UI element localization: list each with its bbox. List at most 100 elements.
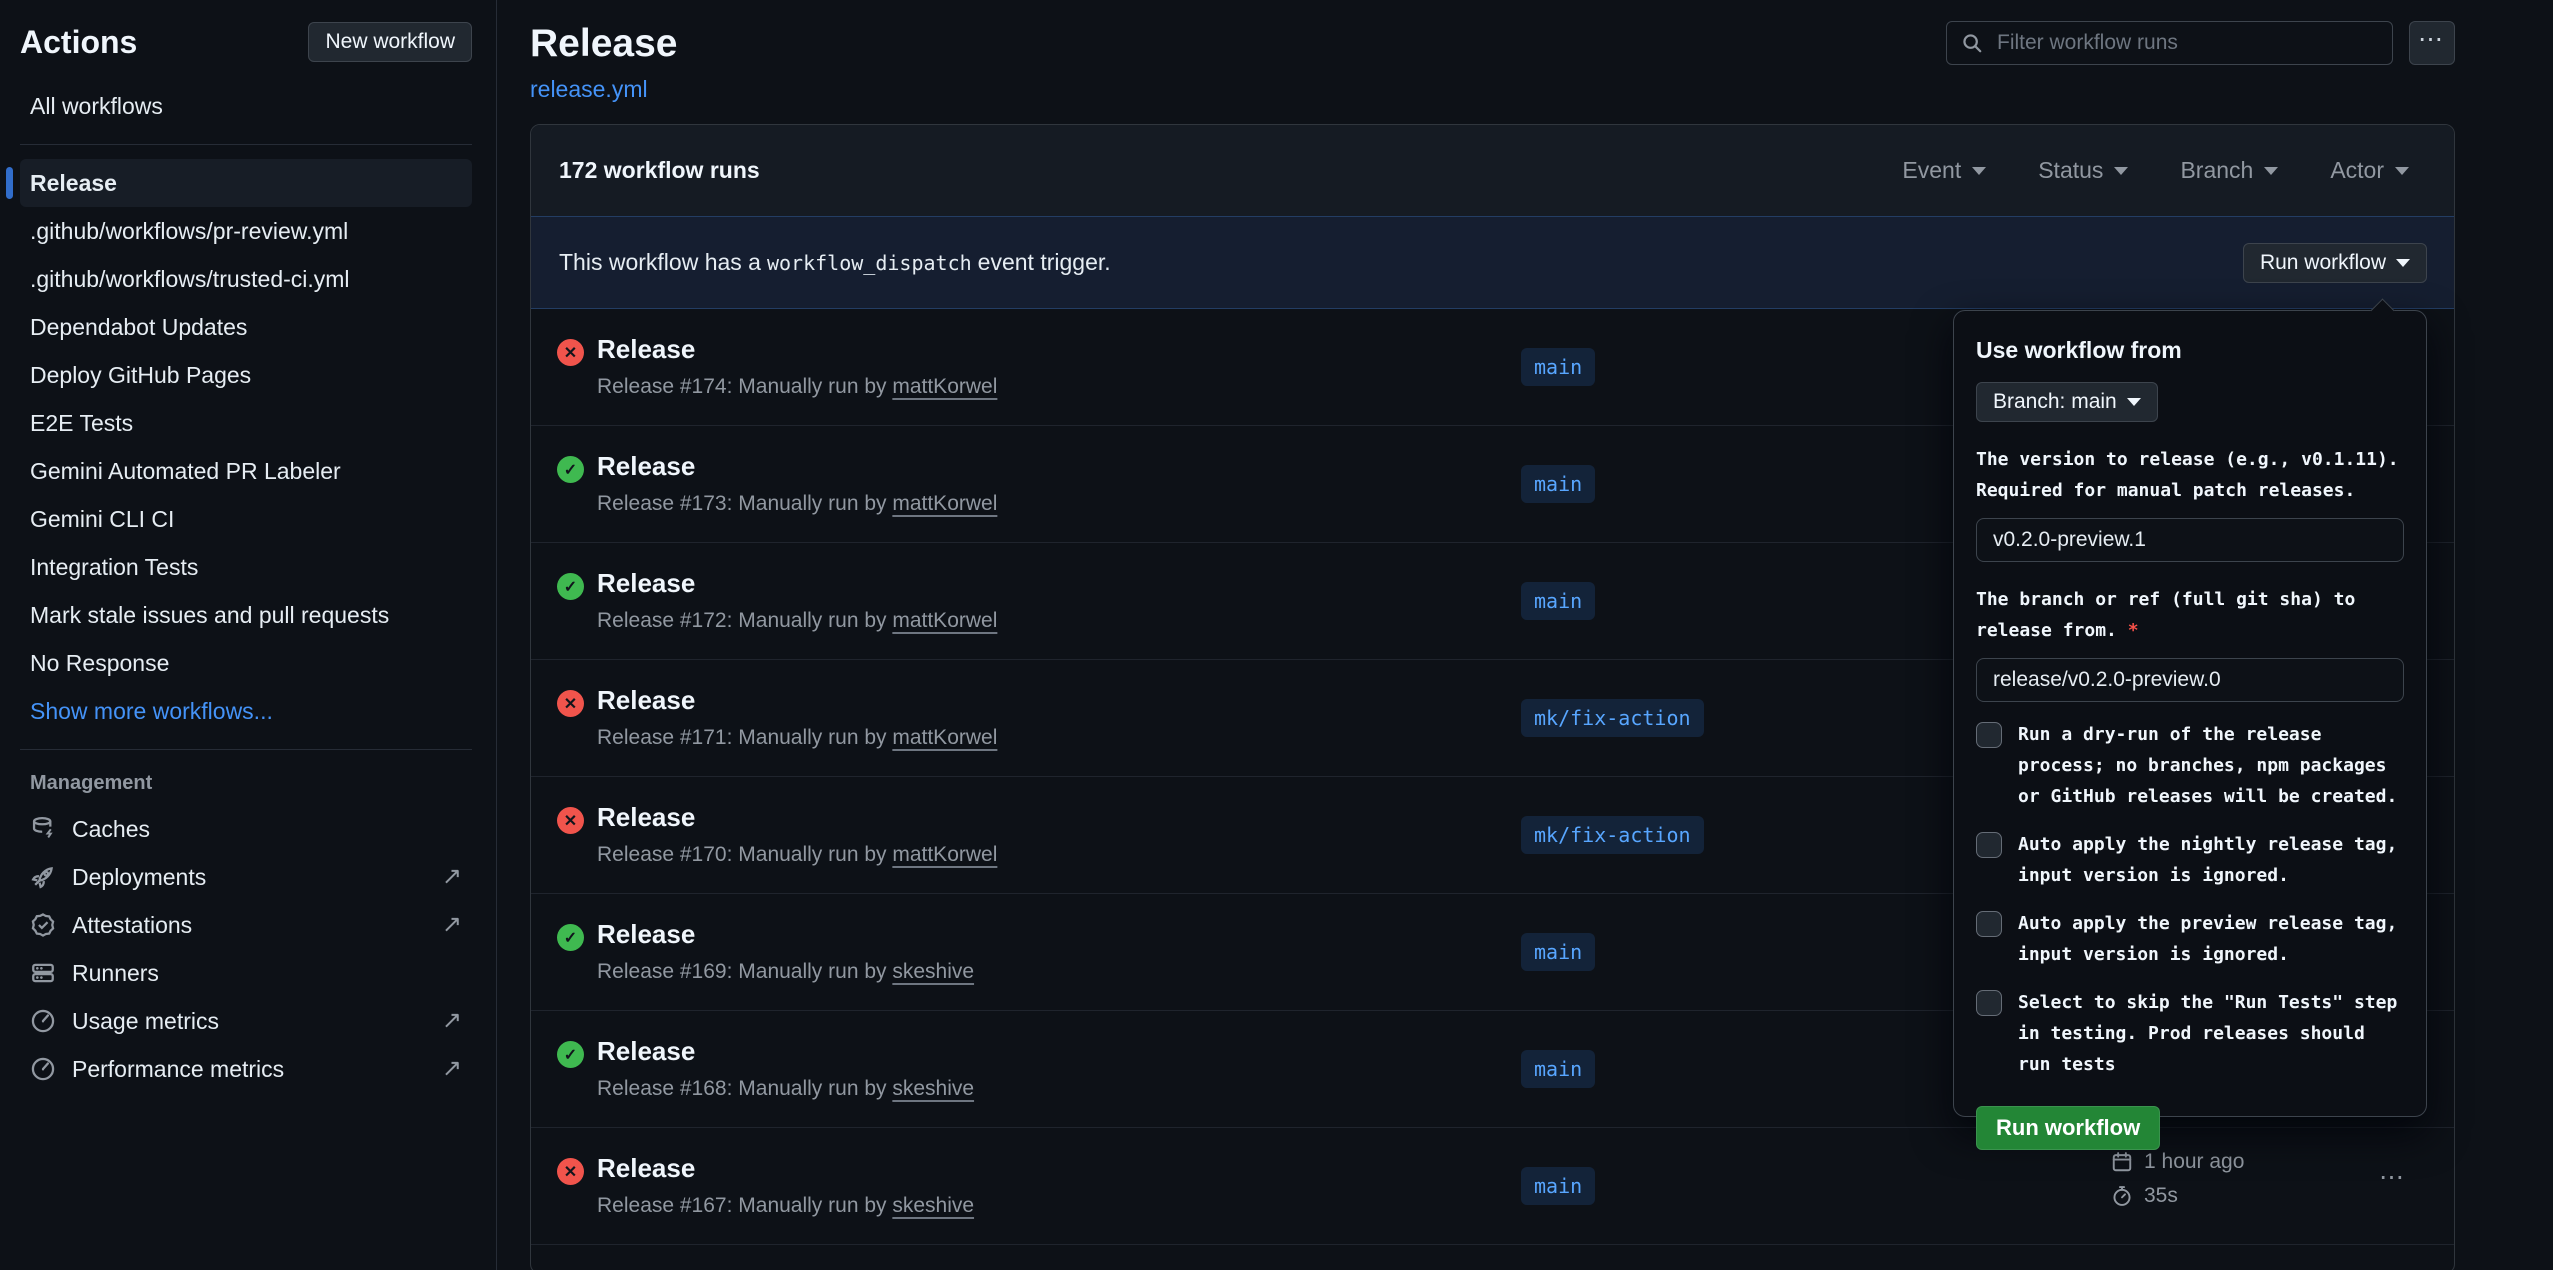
nightly-tag-option: Auto apply the nightly release tag, inpu… [1976,829,2404,891]
sidebar-item-label: Usage metrics [72,1008,219,1035]
run-status-icon [557,456,584,483]
run-meta: 1 hour ago 35s [2111,1150,2244,1208]
filter-workflow-runs-input[interactable] [1995,30,2378,56]
sidebar-item-mark-stale[interactable]: Mark stale issues and pull requests [20,591,472,639]
cache-icon [30,816,56,842]
branch-selector-button[interactable]: Branch: main [1976,382,2158,422]
sidebar-item-integration-tests[interactable]: Integration Tests [20,543,472,591]
external-link-icon: ↗ [442,1057,462,1081]
version-input[interactable] [1976,518,2404,562]
actor-link[interactable]: mattKorwel [892,492,997,515]
meter-icon [30,1008,56,1034]
ref-field-label: The branch or ref (full git sha) to rele… [1976,584,2404,646]
actor-link[interactable]: skeshive [892,1077,974,1100]
sidebar-item-gemini-cli-ci[interactable]: Gemini CLI CI [20,495,472,543]
run-time: 1 hour ago [2144,1150,2244,1174]
management-section-label: Management [20,772,496,795]
run-status-icon [557,1158,584,1185]
show-more-workflows-link[interactable]: Show more workflows... [20,687,472,735]
version-field-label: The version to release (e.g., v0.1.11). … [1976,444,2404,506]
run-status-icon [557,573,584,600]
sidebar-item-no-response[interactable]: No Response [20,639,472,687]
actor-link[interactable]: mattKorwel [892,726,997,749]
branch-badge[interactable]: main [1521,1050,1595,1088]
checkbox-label: Auto apply the preview release tag, inpu… [2018,908,2404,970]
external-link-icon: ↗ [442,865,462,889]
external-link-icon: ↗ [442,913,462,937]
sidebar-item-deploy-github-pages[interactable]: Deploy GitHub Pages [20,351,472,399]
run-status-icon [557,1041,584,1068]
required-asterisk: * [2128,620,2139,641]
popover-heading: Use workflow from [1976,337,2404,364]
sidebar-title: Actions [20,24,137,61]
sidebar-item-caches[interactable]: Caches [20,805,472,853]
sidebar-item-usage-metrics[interactable]: Usage metrics ↗ [20,997,472,1045]
server-icon [30,960,56,986]
event-filter-dropdown[interactable]: Event [1902,157,1986,184]
run-duration: 35s [2144,1184,2178,1208]
search-icon [1961,32,1983,54]
sidebar-item-label: Attestations [72,912,192,939]
chevron-down-icon [2127,398,2141,406]
actor-link[interactable]: mattKorwel [892,375,997,398]
skip-tests-checkbox[interactable] [1976,990,2002,1016]
run-status-icon [557,924,584,951]
actor-link[interactable]: mattKorwel [892,609,997,632]
preview-tag-checkbox[interactable] [1976,911,2002,937]
skip-tests-option: Select to skip the "Run Tests" step in t… [1976,987,2404,1080]
chevron-down-icon [1972,167,1986,175]
calendar-icon [2111,1151,2133,1173]
sidebar-item-runners[interactable]: Runners [20,949,472,997]
sidebar-item-gemini-pr-labeler[interactable]: Gemini Automated PR Labeler [20,447,472,495]
actor-link[interactable]: skeshive [892,1194,974,1217]
chevron-down-icon [2264,167,2278,175]
sidebar-item-release[interactable]: Release [20,159,472,207]
sidebar-item-dependabot-updates[interactable]: Dependabot Updates [20,303,472,351]
sidebar-item-pr-review[interactable]: .github/workflows/pr-review.yml [20,207,472,255]
dry-run-checkbox[interactable] [1976,722,2002,748]
branch-badge[interactable]: main [1521,582,1595,620]
run-status-icon [557,807,584,834]
checkbox-label: Run a dry-run of the release process; no… [2018,719,2404,812]
sidebar-item-deployments[interactable]: Deployments ↗ [20,853,472,901]
workflow-options-kebab-button[interactable]: ⋯ [2409,21,2455,65]
sidebar-divider [20,749,472,750]
new-workflow-button[interactable]: New workflow [308,22,472,62]
workflow-dispatch-banner: This workflow has aworkflow_dispatcheven… [531,216,2454,309]
sidebar-item-label: Caches [72,816,150,843]
status-filter-dropdown[interactable]: Status [2038,157,2128,184]
sidebar-divider [20,144,472,145]
chevron-down-icon [2395,167,2409,175]
actor-link[interactable]: skeshive [892,960,974,983]
sidebar-item-all-workflows[interactable]: All workflows [20,82,472,130]
sidebar-item-trusted-ci[interactable]: .github/workflows/trusted-ci.yml [20,255,472,303]
branch-badge[interactable]: mk/fix-action [1521,699,1704,737]
run-workflow-popover: Use workflow from Branch: main The versi… [1953,310,2427,1117]
external-link-icon: ↗ [442,1009,462,1033]
run-status-icon [557,690,584,717]
sidebar-item-performance-metrics[interactable]: Performance metrics ↗ [20,1045,472,1093]
run-status-icon [557,339,584,366]
sidebar-item-label: Runners [72,960,159,987]
sidebar-item-e2e-tests[interactable]: E2E Tests [20,399,472,447]
runs-count-label: 172 workflow runs [559,157,760,184]
branch-badge[interactable]: main [1521,348,1595,386]
sidebar-item-attestations[interactable]: Attestations ↗ [20,901,472,949]
run-kebab-button[interactable]: ⋯ [2379,1162,2408,1192]
actor-link[interactable]: mattKorwel [892,843,997,866]
workflow-file-link[interactable]: release.yml [530,76,648,103]
branch-badge[interactable]: mk/fix-action [1521,816,1704,854]
branch-badge[interactable]: main [1521,1167,1595,1205]
sidebar-item-label: Deployments [72,864,206,891]
branch-badge[interactable]: main [1521,933,1595,971]
ref-input[interactable] [1976,658,2404,702]
dry-run-option: Run a dry-run of the release process; no… [1976,719,2404,812]
run-workflow-dropdown-button[interactable]: Run workflow [2243,243,2427,283]
run-workflow-submit-button[interactable]: Run workflow [1976,1106,2160,1150]
branch-filter-dropdown[interactable]: Branch [2180,157,2278,184]
actor-filter-dropdown[interactable]: Actor [2330,157,2409,184]
nightly-tag-checkbox[interactable] [1976,832,2002,858]
workflow-dispatch-code: workflow_dispatch [761,251,978,275]
sidebar-item-label: Performance metrics [72,1056,284,1083]
branch-badge[interactable]: main [1521,465,1595,503]
